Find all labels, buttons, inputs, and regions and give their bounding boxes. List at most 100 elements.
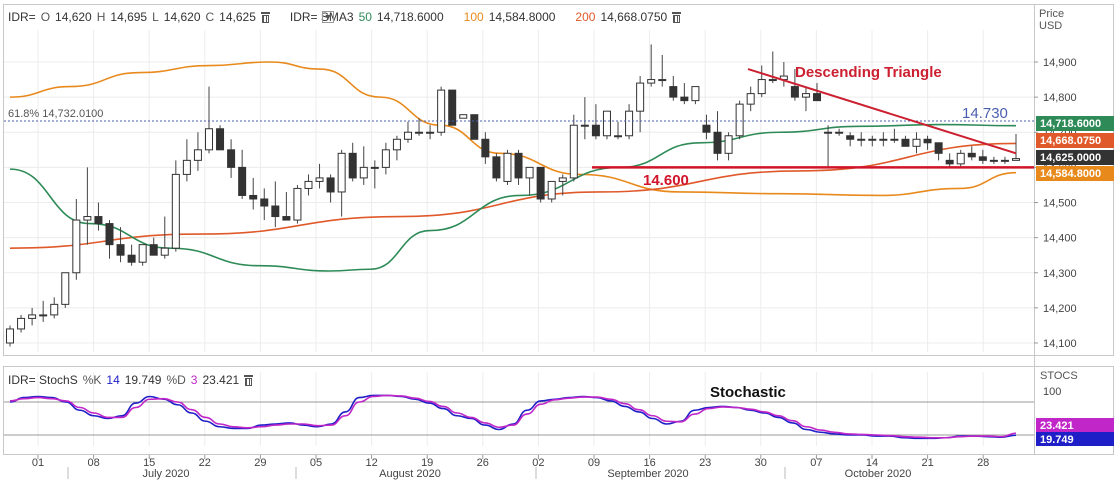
candle-body: [857, 138, 866, 141]
y-tick-label: 14,800: [1043, 92, 1077, 104]
chevron-down-icon[interactable]: ▼: [322, 11, 334, 23]
candle-body: [348, 152, 357, 179]
sma100-line: [9, 61, 1017, 197]
candle-body: [790, 86, 799, 98]
stoch-k-label: %K: [82, 373, 102, 387]
fib-level-label: 61.8% 14,732.0100: [8, 108, 103, 120]
month-label: October 2020: [845, 468, 912, 480]
candle-body: [945, 159, 954, 165]
stoch-d-period: 3: [190, 373, 198, 387]
candle-body: [50, 303, 59, 316]
candle-body: [83, 216, 92, 221]
candle-body: [370, 166, 379, 169]
high-value: 14,695: [110, 10, 148, 24]
candle-body: [326, 177, 335, 193]
candle-body: [658, 79, 667, 82]
candle-body: [591, 124, 600, 137]
candle-body: [282, 216, 291, 221]
candle-body: [602, 110, 611, 137]
candle-body: [448, 89, 457, 126]
price-tag-label: 14,668.0750: [1040, 135, 1101, 147]
candle-body: [934, 142, 943, 154]
candle-body: [160, 247, 169, 256]
candle-body: [415, 131, 424, 134]
candle-body: [182, 159, 191, 175]
stoch-d-value: 23.421: [202, 373, 240, 387]
x-tick-label: 02: [532, 457, 544, 469]
x-tick-label: 07: [810, 457, 822, 469]
candle-body: [901, 138, 910, 147]
candle-body: [923, 138, 932, 144]
candle-body: [912, 138, 921, 147]
descending-triangle-label: Descending Triangle: [795, 64, 942, 81]
candle-body: [227, 149, 236, 168]
low-label: L: [152, 10, 159, 24]
candle-body: [492, 156, 501, 179]
chart-canvas: 61.8% 14,732.0100 Descending Triangle 14.7…: [3, 4, 1114, 480]
candle-body: [536, 166, 545, 200]
candle-body: [702, 124, 711, 133]
candle-body: [470, 114, 479, 140]
symbol-label: IDR=: [8, 10, 36, 24]
candle-body: [149, 244, 158, 256]
candle-body: [426, 131, 435, 134]
candle-body: [824, 131, 833, 134]
candle-body: [525, 166, 534, 179]
candle-body: [6, 328, 14, 344]
trash-icon[interactable]: [244, 374, 254, 386]
sma100-value: 14,584.8000: [488, 10, 556, 24]
candle-body: [735, 103, 744, 137]
stoch-k-value: 19.749: [124, 373, 162, 387]
x-tick-label: 23: [699, 457, 711, 469]
x-tick-label: 12: [365, 457, 377, 469]
month-label: September 2020: [607, 468, 688, 480]
stoch-d-tag-label: 23.421: [1040, 420, 1074, 432]
x-tick-label: 22: [199, 457, 211, 469]
price-tag-label: 14,625.0000: [1040, 152, 1101, 164]
candle-body: [481, 138, 490, 158]
candle-body: [260, 198, 269, 207]
candle-body: [746, 93, 755, 105]
candle-body: [293, 187, 302, 221]
candle-body: [636, 82, 645, 112]
sma50-period: 50: [358, 10, 372, 24]
trash-icon[interactable]: [260, 11, 270, 23]
y-tick-label: 14,200: [1043, 303, 1077, 315]
candle-body: [813, 93, 822, 102]
main-pane-border: [3, 4, 1114, 356]
candle-body: [304, 180, 313, 189]
candle-body: [1012, 158, 1020, 161]
candle-body: [61, 272, 70, 305]
candle-body: [967, 152, 976, 158]
candle-body: [956, 152, 965, 165]
candle-body: [271, 205, 280, 218]
x-tick-label: 08: [87, 457, 99, 469]
low-value: 14,620: [163, 10, 201, 24]
candle-body: [647, 79, 656, 84]
stoch-k-period: 14: [106, 373, 120, 387]
candle-body: [846, 135, 855, 140]
candle-body: [879, 138, 888, 141]
stoch-label: IDR= StochS: [8, 373, 78, 387]
close-label: C: [205, 10, 215, 24]
price-axis-title: Price USD: [1039, 8, 1065, 32]
y-tick-label: 14,300: [1043, 268, 1077, 280]
open-label: O: [40, 10, 51, 24]
candle-body: [547, 180, 556, 200]
candle-body: [625, 110, 634, 137]
candle-body: [459, 114, 468, 119]
y-tick-label: 14,500: [1043, 198, 1077, 210]
month-label: July 2020: [142, 468, 189, 480]
y-tick-label: 14,400: [1043, 233, 1077, 245]
trash-icon[interactable]: [672, 11, 682, 23]
candle-body: [503, 152, 512, 182]
month-label: August 2020: [379, 468, 441, 480]
sma100-period: 100: [463, 10, 484, 24]
candle-body: [238, 166, 247, 196]
stoch-d-label: %D: [166, 373, 186, 387]
candle-body: [381, 149, 390, 168]
x-tick-label: 29: [254, 457, 266, 469]
candle-body: [359, 166, 368, 179]
candle-body: [801, 93, 810, 98]
x-tick-label: 30: [755, 457, 767, 469]
